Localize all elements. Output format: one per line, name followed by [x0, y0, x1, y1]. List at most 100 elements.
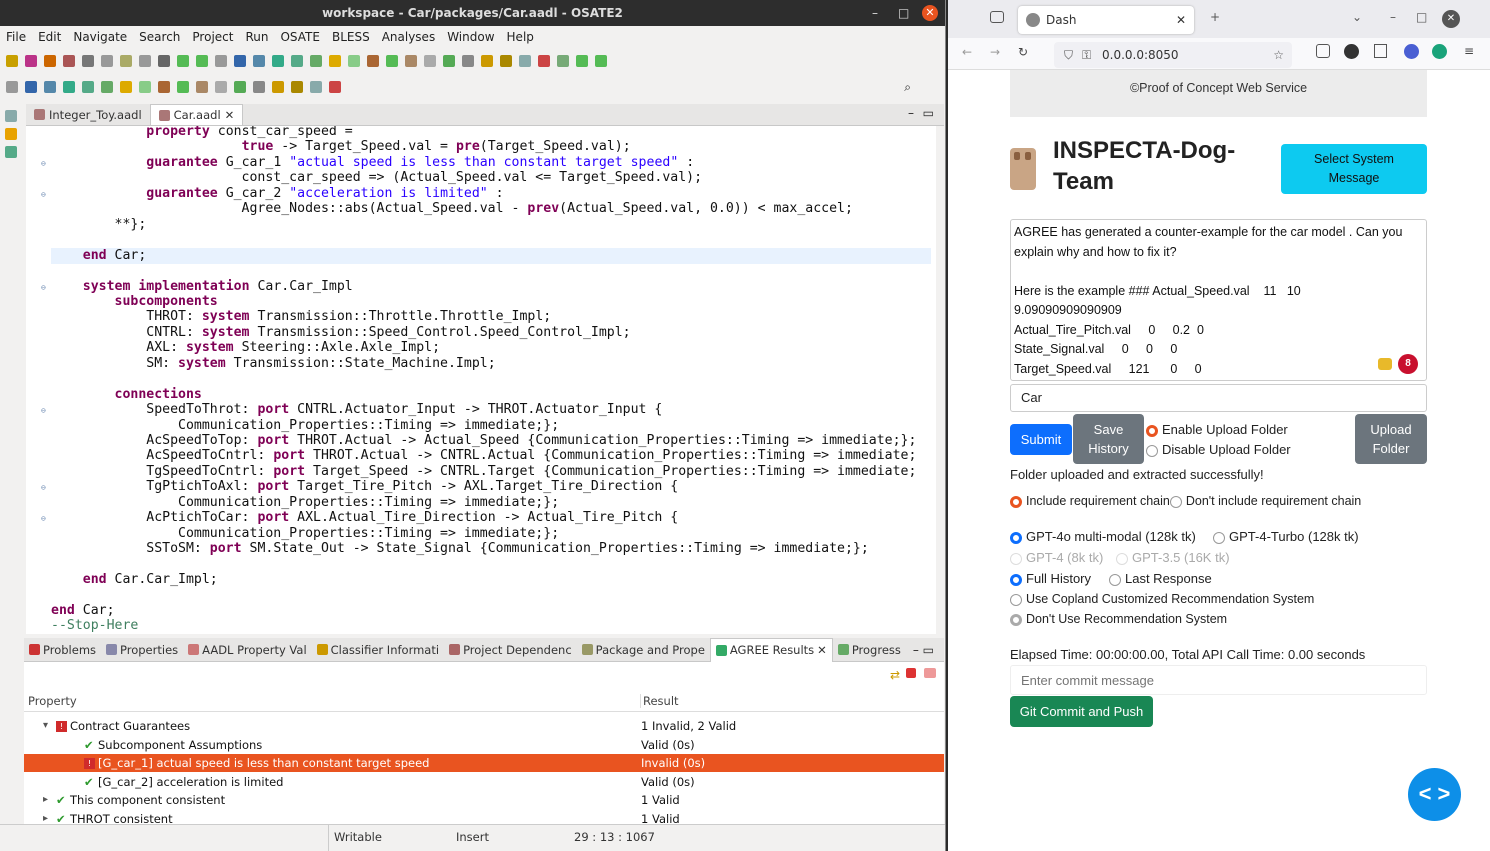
toolbar-icon[interactable]	[329, 55, 341, 67]
menu-edit[interactable]: Edit	[32, 30, 67, 44]
toolbar-icon[interactable]	[310, 81, 322, 93]
search-icon[interactable]: ⌕	[904, 80, 911, 95]
enable-upload-radio[interactable]: Enable Upload Folder	[1146, 422, 1288, 437]
devtools-fab[interactable]: < >	[1408, 768, 1461, 821]
pocket-icon[interactable]	[1316, 44, 1330, 58]
tab-integer-toy[interactable]: Integer_Toy.aadl	[26, 104, 150, 125]
account-icon[interactable]	[1344, 44, 1359, 59]
view-tab-aadl-property-val[interactable]: AADL Property Val	[183, 638, 312, 662]
history-full-radio[interactable]: Full History	[1010, 571, 1091, 586]
toolbar-icon[interactable]	[120, 81, 132, 93]
close-view-icon[interactable]: ✕	[817, 643, 827, 657]
toolbar-icon[interactable]	[253, 55, 265, 67]
radio-dot[interactable]	[1146, 424, 1158, 437]
menu-navigate[interactable]: Navigate	[67, 30, 133, 44]
fold-icon[interactable]: ⊖	[41, 483, 46, 492]
radio-dot[interactable]	[1213, 531, 1225, 544]
radio-dot[interactable]	[1010, 593, 1022, 606]
toolbar-icon[interactable]	[462, 55, 474, 67]
model-input[interactable]: Car	[1010, 384, 1427, 412]
view-window-controls[interactable]: – ▭	[913, 643, 934, 657]
toolbar-icon[interactable]	[405, 55, 417, 67]
history-last-radio[interactable]: Last Response	[1109, 571, 1212, 586]
select-system-message-button[interactable]: Select System Message	[1281, 144, 1427, 194]
toolbar-icon[interactable]	[6, 81, 18, 93]
result-row[interactable]: ▸ ✔ This component consistent 1 Valid	[24, 791, 944, 809]
radio-dot[interactable]	[1146, 444, 1158, 457]
result-row[interactable]: ! [G_car_1] actual speed is less than con…	[24, 754, 944, 772]
toolbar-icon[interactable]	[424, 55, 436, 67]
maximize-icon[interactable]: □	[898, 0, 909, 26]
maximize-icon[interactable]: □	[1416, 10, 1427, 24]
column-property[interactable]: Property	[28, 694, 77, 708]
close-window-icon[interactable]: ✕	[1442, 10, 1460, 28]
toolbar-icon[interactable]	[25, 55, 37, 67]
view-tab-project-dependenc[interactable]: Project Dependenc	[444, 638, 577, 662]
toolbar-icon[interactable]	[595, 55, 607, 67]
minimize-view-icon[interactable]: –	[908, 106, 914, 120]
restore-icon[interactable]	[5, 110, 17, 122]
toolbar-icon[interactable]	[139, 81, 151, 93]
code-editor[interactable]: property const_car_speed = true -> Targe…	[26, 126, 936, 634]
close-tab-icon[interactable]: ✕	[225, 108, 235, 122]
expand-arrow-icon[interactable]: ▸	[43, 791, 48, 809]
submit-button[interactable]: Submit	[1010, 424, 1072, 455]
toolbar-icon[interactable]	[101, 55, 113, 67]
toolbar-icon[interactable]	[63, 81, 75, 93]
fold-icon[interactable]: ⊖	[41, 159, 46, 168]
url-bar[interactable]: ⛉ ⚿ 0.0.0.0:8050 ☆	[1054, 42, 1292, 68]
upload-folder-button[interactable]: Upload Folder	[1355, 414, 1427, 464]
lock-icon[interactable]: ⚿	[1082, 42, 1091, 68]
terminate-all-icon[interactable]	[924, 668, 936, 678]
list-tabs-icon[interactable]: ⌄	[1352, 10, 1362, 24]
rec-use-radio[interactable]: Use Copland Customized Recommendation Sy…	[1010, 592, 1314, 606]
toolbar-icon[interactable]	[63, 55, 75, 67]
menu-run[interactable]: Run	[239, 30, 274, 44]
browser-tab-dash[interactable]: Dash ✕	[1018, 6, 1194, 34]
menu-analyses[interactable]: Analyses	[376, 30, 442, 44]
toolbar-icon[interactable]	[44, 81, 56, 93]
extensions-icon[interactable]	[1374, 44, 1387, 58]
result-row[interactable]: ✔ [G_car_2] acceleration is limited Valid …	[24, 773, 944, 791]
fold-icon[interactable]: ⊖	[41, 283, 46, 292]
terminate-icon[interactable]	[906, 668, 916, 678]
toolbar-icon[interactable]	[272, 55, 284, 67]
radio-dot[interactable]	[1109, 573, 1121, 586]
toolbar-icon[interactable]	[196, 55, 208, 67]
toolbar-icon[interactable]	[139, 55, 151, 67]
toolbar-icon[interactable]	[215, 55, 227, 67]
commit-message-input[interactable]	[1010, 665, 1427, 695]
back-icon[interactable]: ←	[962, 45, 972, 59]
view-tab-properties[interactable]: Properties	[101, 638, 183, 662]
result-row[interactable]: ✔ Subcomponent Assumptions Valid (0s)	[24, 736, 944, 754]
bookmark-star-icon[interactable]: ☆	[1273, 42, 1284, 68]
tab-car-aadl[interactable]: Car.aadl ✕	[149, 104, 244, 125]
radio-dot[interactable]	[1010, 531, 1022, 544]
emoji-icon[interactable]	[1378, 358, 1392, 370]
result-row[interactable]: ▾! Contract Guarantees 1 Invalid, 2 Valid	[24, 717, 944, 735]
toolbar-icon[interactable]	[310, 55, 322, 67]
toolbar-icon[interactable]	[291, 55, 303, 67]
toolbar-icon[interactable]	[234, 81, 246, 93]
result-row[interactable]: ▸ ✔ THROT consistent 1 Valid	[24, 810, 944, 825]
toolbar-icon[interactable]	[538, 55, 550, 67]
toolbar-icon[interactable]	[500, 55, 512, 67]
column-result[interactable]: Result	[640, 694, 679, 708]
view-tab-package-and-prope[interactable]: Package and Prope	[577, 638, 710, 662]
toolbar-icon[interactable]	[177, 55, 189, 67]
view-tab-classifier-informati[interactable]: Classifier Informati	[312, 638, 444, 662]
menu-project[interactable]: Project	[186, 30, 239, 44]
package-explorer-icon[interactable]	[5, 128, 17, 140]
menu-window[interactable]: Window	[441, 30, 500, 44]
toolbar-icon[interactable]	[196, 81, 208, 93]
toolbar-icon[interactable]	[82, 81, 94, 93]
hamburger-menu-icon[interactable]: ≡	[1464, 44, 1474, 58]
extension-green-icon[interactable]	[1432, 44, 1447, 59]
view-tab-progress[interactable]: Progress	[833, 638, 906, 662]
extension-blue-icon[interactable]	[1404, 44, 1419, 59]
radio-dot[interactable]	[1010, 613, 1022, 626]
close-tab-icon[interactable]: ✕	[1176, 13, 1186, 27]
save-history-button[interactable]: Save History	[1073, 414, 1144, 464]
toolbar-icon[interactable]	[82, 55, 94, 67]
toolbar-icon[interactable]	[25, 81, 37, 93]
